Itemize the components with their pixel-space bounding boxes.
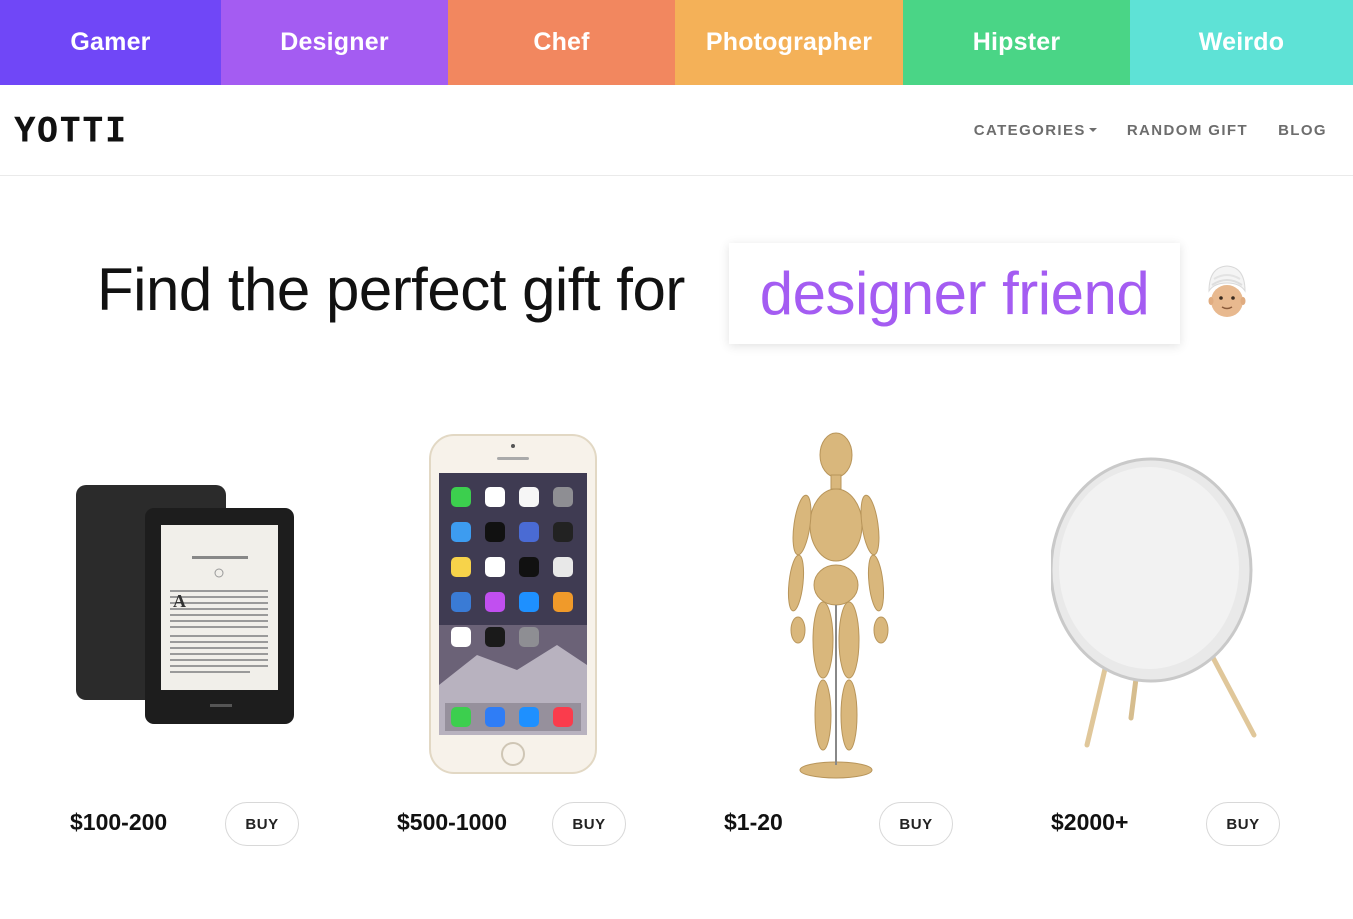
category-gamer[interactable]: Gamer — [0, 0, 221, 85]
site-header: YOTTI CATEGORIES RANDOM GIFT BLOG — [0, 85, 1353, 176]
nav-random-gift[interactable]: RANDOM GIFT — [1127, 122, 1248, 139]
category-bar: Gamer Designer Chef Photographer Hipster… — [0, 0, 1353, 85]
recipient-selector[interactable]: designer friend — [729, 243, 1180, 344]
product-price: $1-20 — [724, 809, 783, 835]
ereader-icon[interactable]: A — [70, 425, 370, 780]
product-price: $500-1000 — [397, 809, 507, 835]
product-card: A $100-200 BUY — [70, 425, 370, 865]
product-price: $2000+ — [1051, 809, 1129, 835]
category-hipster[interactable]: Hipster — [903, 0, 1130, 85]
category-designer[interactable]: Designer — [221, 0, 448, 85]
main-nav: CATEGORIES RANDOM GIFT BLOG — [974, 122, 1327, 139]
product-card: $1-20 BUY — [724, 425, 1024, 865]
recipient-text: designer friend — [759, 260, 1150, 327]
caret-down-icon — [1088, 128, 1097, 132]
product-price: $100-200 — [70, 809, 168, 835]
svg-text:A: A — [173, 591, 186, 611]
hero-heading: Find the perfect gift for — [97, 256, 685, 323]
category-photographer[interactable]: Photographer — [675, 0, 903, 85]
person-with-turban-icon — [1208, 265, 1246, 317]
buy-button[interactable]: BUY — [879, 802, 953, 846]
nav-categories[interactable]: CATEGORIES — [974, 122, 1097, 139]
nav-categories-label: CATEGORIES — [973, 121, 1086, 139]
wooden-mannequin-icon[interactable] — [724, 425, 1024, 780]
speaker-icon[interactable] — [1051, 425, 1351, 780]
hero: Find the perfect gift for designer frien… — [0, 243, 1353, 344]
category-chef[interactable]: Chef — [448, 0, 675, 85]
buy-button[interactable]: BUY — [225, 802, 299, 846]
smartphone-icon[interactable] — [397, 425, 697, 780]
product-card: $500-1000 BUY — [397, 425, 697, 865]
nav-blog[interactable]: BLOG — [1278, 122, 1327, 139]
buy-button[interactable]: BUY — [552, 802, 626, 846]
buy-button[interactable]: BUY — [1206, 802, 1280, 846]
product-card: $2000+ BUY — [1051, 425, 1351, 865]
site-logo[interactable]: YOTTI — [14, 111, 127, 150]
category-weirdo[interactable]: Weirdo — [1130, 0, 1353, 85]
